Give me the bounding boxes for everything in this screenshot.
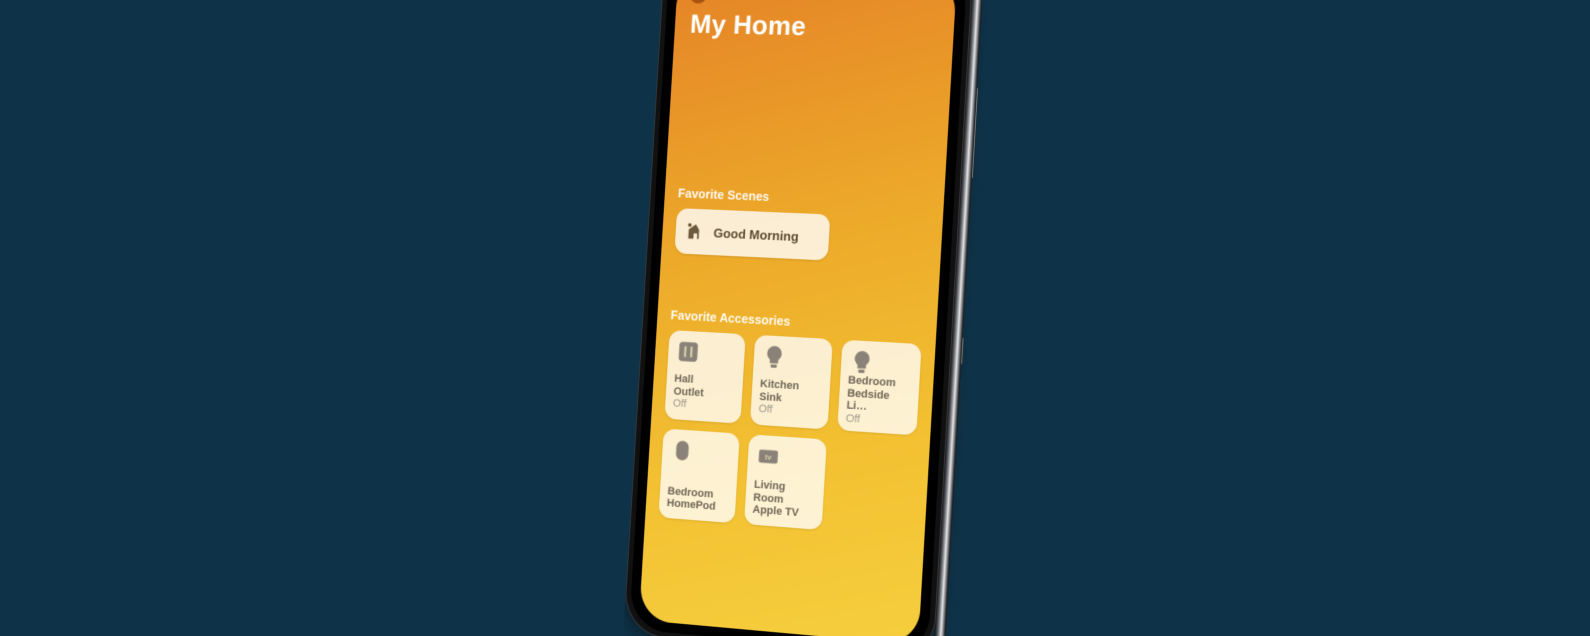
favorite-accessories-section: Favorite Accessories Hall Outlet Off [645,308,937,538]
phone-bezel: My Home Favorite Scenes Good Morning Fav… [629,0,967,636]
accessory-status: Off [672,398,734,416]
phone-frame: My Home Favorite Scenes Good Morning Fav… [623,0,974,636]
homepod-icon [669,437,695,464]
phone-power-button [972,88,979,178]
house-sun-icon [685,220,707,243]
favorite-scenes-label: Favorite Scenes [678,187,931,211]
accessory-line2: Bedside Li… [846,387,911,417]
accessory-bedroom-bedside[interactable]: Bedroom Bedside Li… Off [837,340,921,436]
page-title: My Home [674,3,955,45]
accessory-bedroom-homepod[interactable]: Bedroom HomePod [658,429,739,524]
accessory-living-room-appletv[interactable]: tv Living Room Apple TV [744,434,827,530]
accessory-status: Off [758,403,821,421]
phone-sim-slot [961,338,964,364]
scene-good-morning[interactable]: Good Morning [674,208,830,260]
bulb-icon [848,348,875,376]
bulb-icon [761,343,788,370]
accessory-status: Off [845,412,909,430]
accessory-line2: Apple TV [752,504,815,521]
app-screen: My Home Favorite Scenes Good Morning Fav… [639,0,957,636]
phone-mockup: My Home Favorite Scenes Good Morning Fav… [623,0,974,636]
accessory-kitchen-sink[interactable]: Kitchen Sink Off [750,335,833,430]
accessory-line1: Bedroom [848,374,912,391]
appletv-icon: tv [755,443,782,471]
favorite-scenes-section: Favorite Scenes Good Morning [661,186,944,266]
accessory-hall-outlet[interactable]: Hall Outlet Off [664,330,745,424]
outlet-icon [675,338,701,365]
scene-label: Good Morning [713,225,799,244]
